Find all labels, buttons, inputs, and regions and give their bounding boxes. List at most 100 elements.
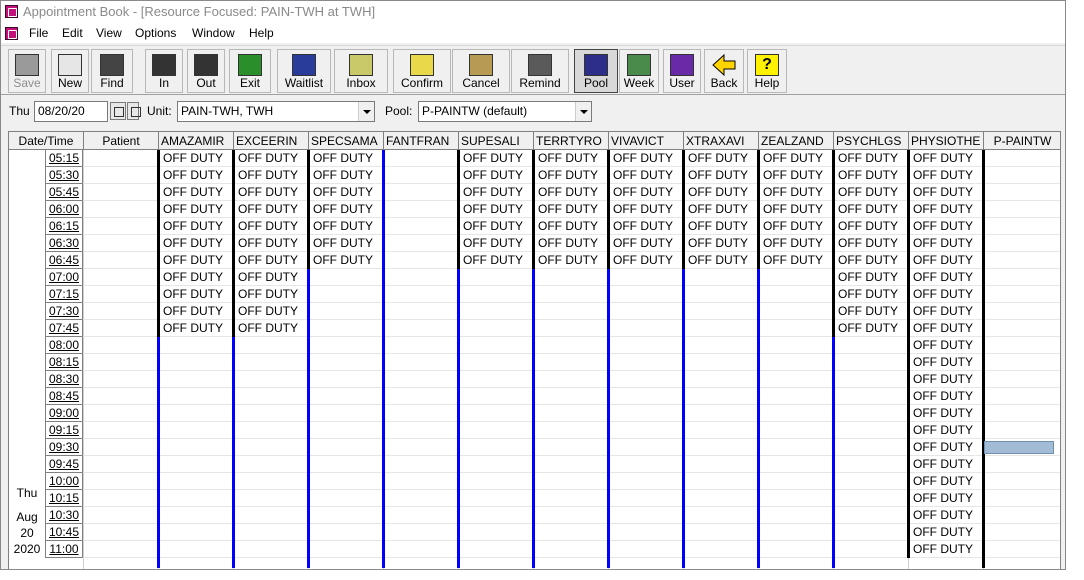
off-duty-cell[interactable]: OFF DUTY [160,269,223,286]
off-duty-cell[interactable]: OFF DUTY [235,320,298,337]
time-slot-label[interactable]: 09:00 [45,405,83,422]
resource-header-zealzand[interactable]: ZEALZAND [759,132,834,150]
off-duty-cell[interactable]: OFF DUTY [910,490,973,507]
resource-header-exceerin[interactable]: EXCEERIN [234,132,309,150]
resource-header-p-paintw[interactable]: P-PAINTW [984,132,1060,150]
off-duty-cell[interactable]: OFF DUTY [460,252,523,269]
off-duty-cell[interactable]: OFF DUTY [310,150,373,167]
off-duty-cell[interactable]: OFF DUTY [910,388,973,405]
time-slot-label[interactable]: 09:30 [45,439,83,456]
remind-button[interactable]: Remind [511,49,569,93]
off-duty-cell[interactable]: OFF DUTY [535,184,598,201]
date-spin-icon[interactable] [127,102,141,120]
resource-header-xtraxavi[interactable]: XTRAXAVI [684,132,759,150]
off-duty-cell[interactable]: OFF DUTY [760,184,823,201]
time-slot-label[interactable]: 05:45 [45,184,83,201]
out-button[interactable]: Out [187,49,225,93]
off-duty-cell[interactable]: OFF DUTY [910,422,973,439]
off-duty-cell[interactable]: OFF DUTY [235,252,298,269]
selected-slot[interactable] [984,441,1054,454]
user-button[interactable]: User [663,49,701,93]
waitlist-button[interactable]: Waitlist [277,49,331,93]
off-duty-cell[interactable]: OFF DUTY [910,456,973,473]
resource-header-terrtyro[interactable]: TERRTYRO [534,132,609,150]
week-button[interactable]: Week [619,49,659,93]
off-duty-cell[interactable]: OFF DUTY [160,201,223,218]
time-slot-label[interactable]: 08:30 [45,371,83,388]
off-duty-cell[interactable]: OFF DUTY [910,286,973,303]
off-duty-cell[interactable]: OFF DUTY [460,218,523,235]
pool-button[interactable]: Pool [574,49,618,93]
new-button[interactable]: New [51,49,89,93]
find-button[interactable]: Find [91,49,133,93]
off-duty-cell[interactable]: OFF DUTY [760,150,823,167]
time-slot-label[interactable]: 08:45 [45,388,83,405]
off-duty-cell[interactable]: OFF DUTY [610,252,673,269]
off-duty-cell[interactable]: OFF DUTY [460,201,523,218]
off-duty-cell[interactable]: OFF DUTY [835,252,898,269]
time-slot-label[interactable]: 08:15 [45,354,83,371]
time-slot-label[interactable]: 06:45 [45,252,83,269]
off-duty-cell[interactable]: OFF DUTY [835,303,898,320]
time-slot-label[interactable]: 08:00 [45,337,83,354]
calendar-icon[interactable] [110,102,126,120]
time-slot-label[interactable]: 10:30 [45,507,83,524]
off-duty-cell[interactable]: OFF DUTY [910,320,973,337]
off-duty-cell[interactable]: OFF DUTY [460,235,523,252]
menu-edit[interactable]: Edit [62,23,83,43]
off-duty-cell[interactable]: OFF DUTY [460,167,523,184]
resource-header-amazamir[interactable]: AMAZAMIR [159,132,234,150]
off-duty-cell[interactable]: OFF DUTY [610,184,673,201]
off-duty-cell[interactable]: OFF DUTY [160,286,223,303]
off-duty-cell[interactable]: OFF DUTY [910,303,973,320]
off-duty-cell[interactable]: OFF DUTY [160,320,223,337]
off-duty-cell[interactable]: OFF DUTY [685,184,748,201]
time-slot-label[interactable]: 09:45 [45,456,83,473]
off-duty-cell[interactable]: OFF DUTY [910,371,973,388]
resource-header-vivavict[interactable]: VIVAVICT [609,132,684,150]
resource-header-physiothe[interactable]: PHYSIOTHE [909,132,984,150]
off-duty-cell[interactable]: OFF DUTY [310,201,373,218]
off-duty-cell[interactable]: OFF DUTY [235,303,298,320]
off-duty-cell[interactable]: OFF DUTY [160,167,223,184]
time-slot-label[interactable]: 06:00 [45,201,83,218]
confirm-button[interactable]: Confirm [393,49,451,93]
off-duty-cell[interactable]: OFF DUTY [910,201,973,218]
off-duty-cell[interactable]: OFF DUTY [610,201,673,218]
time-slot-label[interactable]: 06:30 [45,235,83,252]
menu-options[interactable]: Options [135,23,176,43]
off-duty-cell[interactable]: OFF DUTY [310,167,373,184]
off-duty-cell[interactable]: OFF DUTY [310,252,373,269]
chevron-down-icon[interactable] [575,102,591,121]
off-duty-cell[interactable]: OFF DUTY [685,201,748,218]
resource-header-supesali[interactable]: SUPESALI [459,132,534,150]
off-duty-cell[interactable]: OFF DUTY [835,218,898,235]
menu-file[interactable]: File [29,23,48,43]
off-duty-cell[interactable]: OFF DUTY [910,252,973,269]
time-slot-label[interactable]: 11:00 [45,541,83,558]
off-duty-cell[interactable]: OFF DUTY [610,167,673,184]
off-duty-cell[interactable]: OFF DUTY [535,150,598,167]
off-duty-cell[interactable]: OFF DUTY [535,235,598,252]
time-slot-label[interactable]: 05:15 [45,150,83,167]
inbox-button[interactable]: Inbox [334,49,388,93]
off-duty-cell[interactable]: OFF DUTY [910,507,973,524]
menu-help[interactable]: Help [249,23,274,43]
off-duty-cell[interactable]: OFF DUTY [685,252,748,269]
off-duty-cell[interactable]: OFF DUTY [910,439,973,456]
off-duty-cell[interactable]: OFF DUTY [235,235,298,252]
time-slot-label[interactable]: 06:15 [45,218,83,235]
off-duty-cell[interactable]: OFF DUTY [535,218,598,235]
off-duty-cell[interactable]: OFF DUTY [685,235,748,252]
date-field[interactable]: 08/20/20 [34,101,108,122]
chevron-down-icon[interactable] [358,102,374,121]
time-slot-label[interactable]: 10:00 [45,473,83,490]
off-duty-cell[interactable]: OFF DUTY [685,167,748,184]
off-duty-cell[interactable]: OFF DUTY [910,150,973,167]
menu-window[interactable]: Window [192,23,235,43]
off-duty-cell[interactable]: OFF DUTY [460,184,523,201]
off-duty-cell[interactable]: OFF DUTY [535,252,598,269]
datetime-column-header[interactable]: Date/Time [9,132,84,150]
off-duty-cell[interactable]: OFF DUTY [160,235,223,252]
off-duty-cell[interactable]: OFF DUTY [835,167,898,184]
